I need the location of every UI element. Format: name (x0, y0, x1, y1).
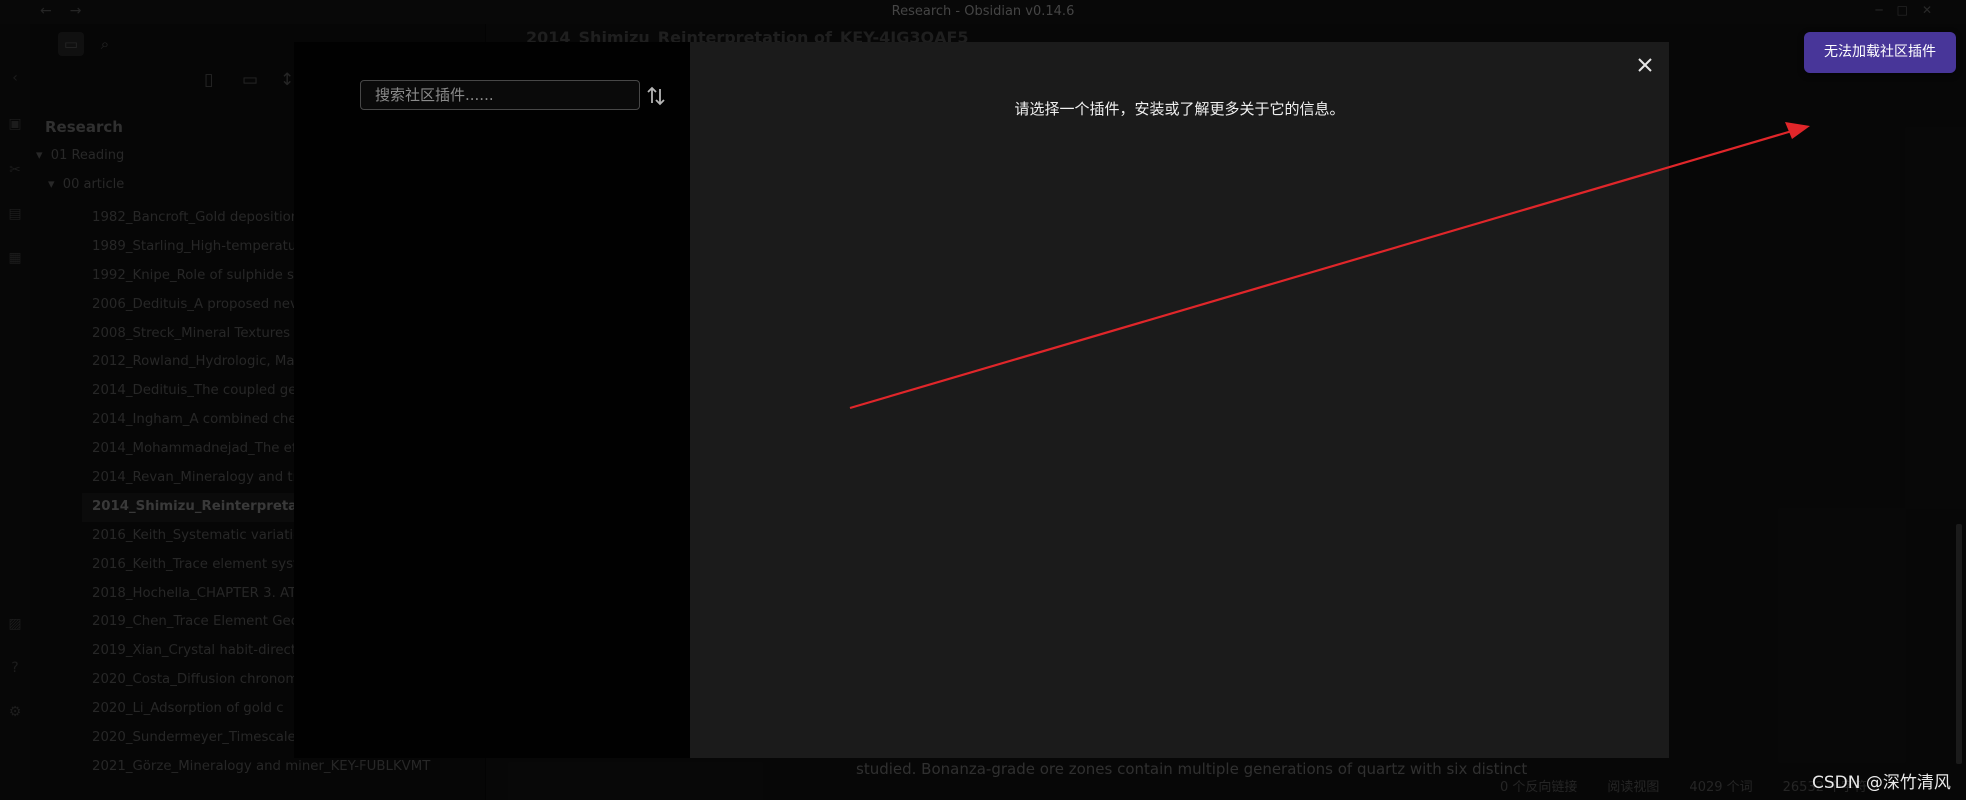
plugin-browser-sidebar (294, 42, 690, 758)
notice-toast: 无法加载社区插件 (1804, 32, 1956, 73)
plugin-detail-pane: 请选择一个插件，安装或了解更多关于它的信息。 (690, 42, 1669, 758)
sort-arrows-icon[interactable] (644, 84, 668, 108)
csdn-watermark: CSDN @深竹清风 (1812, 773, 1951, 793)
select-plugin-message: 请选择一个插件，安装或了解更多关于它的信息。 (1014, 100, 1345, 118)
plugin-search-input[interactable] (360, 80, 640, 110)
community-plugins-modal: 请选择一个插件，安装或了解更多关于它的信息。 (294, 42, 1669, 758)
close-icon[interactable] (1634, 54, 1656, 76)
